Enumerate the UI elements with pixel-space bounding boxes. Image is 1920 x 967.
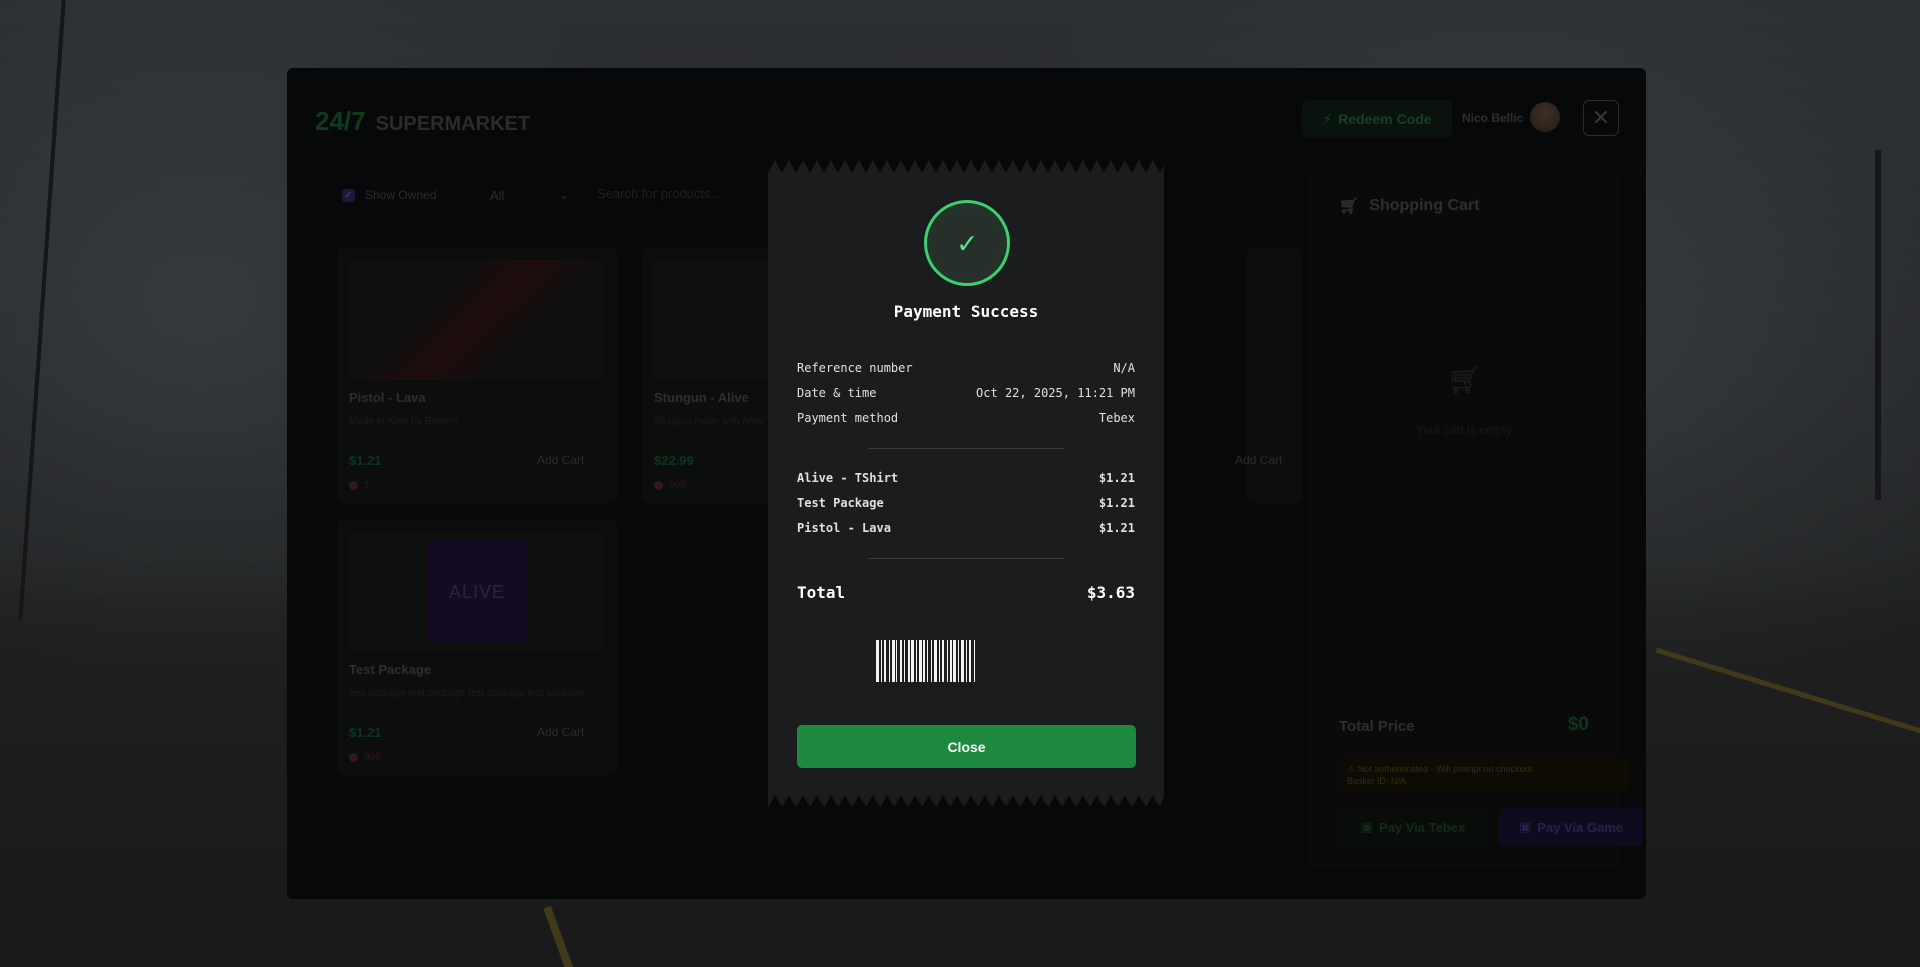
item-price: $1.21 xyxy=(1098,496,1135,510)
detail-row: Date & time Oct 22, 2025, 11:21 PM xyxy=(797,386,1135,400)
barcode xyxy=(876,640,1046,682)
detail-value: Oct 22, 2025, 11:21 PM xyxy=(976,386,1135,400)
total-value: $3.63 xyxy=(1086,583,1135,602)
barcode-bar xyxy=(975,640,977,682)
payment-title: Payment Success xyxy=(893,302,1039,321)
item-price: $1.21 xyxy=(1098,471,1135,485)
detail-value: Tebex xyxy=(1098,411,1135,425)
divider xyxy=(868,448,1064,449)
detail-value: N/A xyxy=(1113,361,1135,375)
total-row: Total $3.63 xyxy=(797,583,1135,602)
close-button[interactable]: Close xyxy=(797,725,1136,768)
detail-row: Reference number N/A xyxy=(797,361,1135,375)
payment-receipt-modal: ✓ Payment Success Reference number N/A D… xyxy=(768,160,1164,808)
checkmark-icon: ✓ xyxy=(934,210,1000,276)
total-label: Total xyxy=(797,583,846,602)
detail-label: Reference number xyxy=(797,361,913,375)
item-name: Test Package xyxy=(797,496,884,510)
item-name: Alive - TShirt xyxy=(797,471,899,485)
line-item: Alive - TShirt $1.21 xyxy=(797,471,1135,485)
item-price: $1.21 xyxy=(1098,521,1135,535)
divider xyxy=(868,558,1064,559)
item-name: Pistol - Lava xyxy=(797,521,891,535)
line-item: Test Package $1.21 xyxy=(797,496,1135,510)
line-item: Pistol - Lava $1.21 xyxy=(797,521,1135,535)
success-badge: ✓ xyxy=(924,200,1010,286)
detail-label: Payment method xyxy=(797,411,899,425)
detail-row: Payment method Tebex xyxy=(797,411,1135,425)
detail-label: Date & time xyxy=(797,386,877,400)
